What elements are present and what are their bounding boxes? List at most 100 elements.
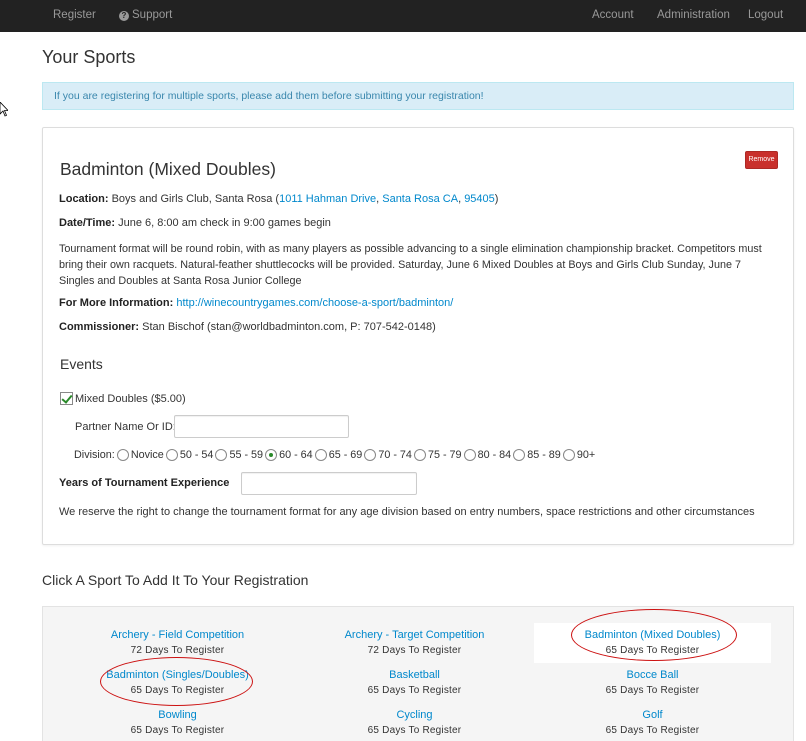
division-option[interactable]: 75 - 79 — [413, 449, 462, 461]
partner-input[interactable] — [174, 415, 349, 438]
sport-panel: Badminton (Mixed Doubles) Remove Locatio… — [42, 127, 794, 545]
address-zip-link[interactable]: 95405 — [464, 193, 495, 205]
division-option[interactable]: 90+ — [562, 449, 596, 461]
division-radio[interactable] — [265, 449, 278, 461]
question-circle-icon: ? — [119, 11, 129, 21]
division-option[interactable]: Novice — [116, 449, 164, 461]
sport-grid-item-name[interactable]: Golf — [534, 709, 771, 721]
sport-grid-item-name[interactable]: Bowling — [59, 709, 296, 721]
event-label: Mixed Doubles ($5.00) — [75, 393, 186, 405]
sport-grid-item-days: 65 Days To Register — [605, 645, 700, 656]
division-radio[interactable] — [314, 449, 327, 461]
division-option-label: 60 - 64 — [279, 449, 313, 461]
sport-grid-item[interactable]: Archery - Target Competition 72 Days To R… — [296, 623, 533, 663]
sport-grid-item-name[interactable]: Badminton (Singles/Doubles) — [59, 669, 296, 681]
sport-grid-item-name[interactable]: Badminton (Mixed Doubles) — [534, 629, 771, 641]
division-option-label: 65 - 69 — [328, 449, 363, 461]
division-option-label: 80 - 84 — [477, 449, 512, 461]
division-option-label: 55 - 59 — [229, 449, 264, 461]
experience-input[interactable] — [241, 472, 417, 495]
datetime-text: June 6, 8:00 am check in 9:00 games begi… — [118, 217, 331, 229]
disclaimer: We reserve the right to change the tourn… — [59, 506, 755, 518]
sport-grid-item[interactable]: Golf 65 Days To Register — [534, 703, 771, 741]
division-radio[interactable] — [116, 449, 129, 461]
sport-grid-item-name[interactable]: Cycling — [296, 709, 533, 721]
nav-support-label: Support — [132, 9, 173, 21]
address-city-link[interactable]: Santa Rosa CA — [382, 193, 458, 205]
nav-register-link[interactable]: Register — [53, 9, 96, 21]
division-option[interactable]: 60 - 64 — [265, 449, 313, 461]
division-radio[interactable] — [215, 449, 228, 461]
mouse-cursor-icon — [0, 102, 8, 117]
experience-line: Years of Tournament Experience — [59, 477, 229, 489]
remove-button[interactable]: Remove — [745, 151, 778, 169]
top-navbar: Register ? Support Account Administration… — [0, 0, 806, 32]
more-info-label: For More Information: — [59, 297, 174, 309]
location-text: Boys and Girls Club, Santa Rosa ( — [111, 193, 280, 205]
sport-grid-item[interactable]: Badminton (Mixed Doubles) 65 Days To Regi… — [534, 623, 771, 663]
page-title: Your Sports — [42, 47, 136, 67]
sport-grid-item[interactable]: Cycling 65 Days To Register — [296, 703, 533, 741]
info-alert: If you are registering for multiple spor… — [42, 82, 794, 110]
division-option-label: 85 - 89 — [527, 449, 561, 461]
datetime-line: Date/Time: June 6, 8:00 am check in 9:00… — [59, 217, 331, 229]
division-options: Novice 50 - 54 55 - 59 60 - 64 65 - 69 70 - 7… — [115, 449, 595, 461]
sport-grid-item[interactable]: Bowling 65 Days To Register — [59, 703, 296, 741]
add-sport-heading: Click A Sport To Add It To Your Registra… — [42, 572, 309, 588]
location-line: Location: Boys and Girls Club, Santa Ros… — [59, 193, 499, 205]
sport-grid-item[interactable]: Badminton (Singles/Doubles) 65 Days To Re… — [59, 663, 296, 703]
events-heading: Events — [60, 356, 103, 372]
sport-title: Badminton (Mixed Doubles) — [60, 159, 276, 179]
division-option[interactable]: 65 - 69 — [314, 449, 363, 461]
sport-grid-item-days: 65 Days To Register — [367, 725, 462, 736]
division-row: Division: Novice 50 - 54 55 - 59 60 - 64 65 … — [74, 449, 595, 461]
division-option[interactable]: 50 - 54 — [165, 449, 214, 461]
experience-label: Years of Tournament Experience — [59, 477, 230, 489]
commissioner-line: Commissioner: Stan Bischof (stan@worldba… — [59, 321, 436, 333]
sport-grid-item-days: 72 Days To Register — [367, 645, 462, 656]
nav-administration-link[interactable]: Administration — [657, 9, 730, 21]
division-option-label: 70 - 74 — [378, 449, 412, 461]
nav-support-link[interactable]: ? Support — [119, 9, 172, 21]
commissioner-label: Commissioner: — [59, 321, 140, 333]
sport-grid-item-days: 65 Days To Register — [130, 725, 225, 736]
division-radio[interactable] — [562, 449, 575, 461]
sport-grid-item-name[interactable]: Basketball — [296, 669, 533, 681]
nav-account-link[interactable]: Account — [592, 9, 634, 21]
sport-grid-item-days: 65 Days To Register — [367, 685, 462, 696]
more-info-link[interactable]: http://winecountrygames.com/choose-a-spo… — [176, 297, 453, 309]
mixed-doubles-checkbox[interactable] — [60, 392, 73, 405]
sport-grid-item-days: 65 Days To Register — [130, 685, 225, 696]
division-radio[interactable] — [413, 449, 426, 461]
sport-grid-item-name[interactable]: Archery - Field Competition — [59, 629, 296, 641]
division-option[interactable]: 70 - 74 — [364, 449, 412, 461]
partner-label: Partner Name Or ID: — [75, 421, 176, 433]
division-option-label: Novice — [130, 449, 164, 461]
sport-grid-item-days: 65 Days To Register — [605, 685, 700, 696]
more-info-line: For More Information: http://winecountry… — [59, 297, 453, 309]
sport-grid-item-name[interactable]: Archery - Target Competition — [296, 629, 533, 641]
division-option[interactable]: 55 - 59 — [215, 449, 263, 461]
sport-grid-item-days: 65 Days To Register — [605, 725, 700, 736]
datetime-label: Date/Time: — [59, 217, 116, 229]
commissioner-text: Stan Bischof (stan@worldbadminton.com, P… — [142, 321, 436, 333]
division-option[interactable]: 85 - 89 — [513, 449, 561, 461]
division-radio[interactable] — [364, 449, 377, 461]
sport-grid-item[interactable]: Bocce Ball 65 Days To Register — [534, 663, 771, 703]
nav-logout-link[interactable]: Logout — [748, 9, 783, 21]
location-label: Location: — [59, 193, 109, 205]
division-option-label: 90+ — [576, 449, 596, 461]
division-option-label: 75 - 79 — [427, 449, 462, 461]
sport-description: Tournament format will be round robin, w… — [59, 243, 762, 287]
sport-grid-item[interactable]: Basketball 65 Days To Register — [296, 663, 533, 703]
division-radio[interactable] — [165, 449, 178, 461]
division-radio[interactable] — [463, 449, 476, 461]
address-street-link[interactable]: 1011 Hahman Drive — [279, 193, 376, 205]
sport-grid-item[interactable]: Archery - Field Competition 72 Days To Re… — [59, 623, 296, 663]
division-option-label: 50 - 54 — [179, 449, 214, 461]
division-radio[interactable] — [513, 449, 526, 461]
division-option[interactable]: 80 - 84 — [463, 449, 512, 461]
sport-grid-item-days: 72 Days To Register — [130, 645, 225, 656]
division-label: Division: — [74, 449, 115, 461]
sport-grid-item-name[interactable]: Bocce Ball — [534, 669, 771, 681]
